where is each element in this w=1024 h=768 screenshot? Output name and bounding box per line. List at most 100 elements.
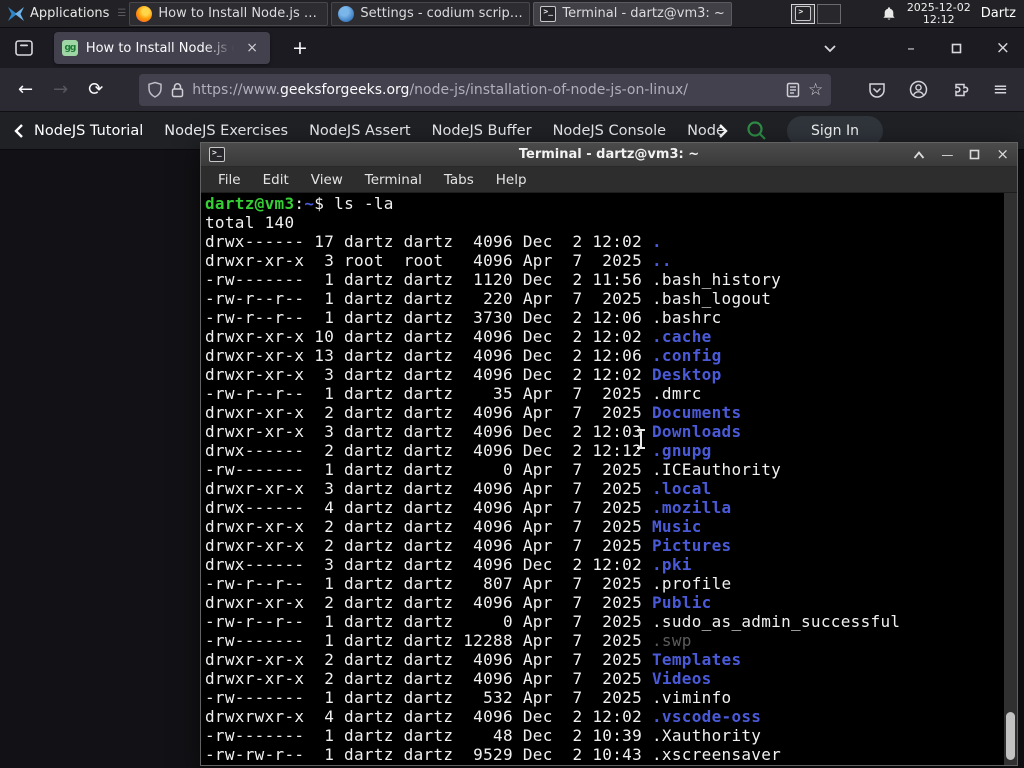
terminal-line: drwxr-xr-x 3 dartz dartz 4096 Apr 7 2025… bbox=[205, 479, 712, 498]
bookmark-star-icon[interactable]: ☆ bbox=[808, 80, 823, 100]
window-maximize-icon[interactable] bbox=[951, 43, 962, 54]
window-task-buttons: How to Install Node.js o... Settings - co… bbox=[129, 1, 735, 26]
terminal-line: -rw------- 1 dartz dartz 48 Dec 2 10:39 … bbox=[205, 726, 762, 745]
applications-menu-button[interactable]: Applications bbox=[0, 0, 117, 28]
forward-icon[interactable]: → bbox=[43, 75, 78, 104]
pocket-save-icon[interactable] bbox=[867, 80, 887, 100]
terminal-total-line: total 140 bbox=[205, 213, 295, 232]
nav-scroll-right-icon bbox=[719, 123, 728, 138]
nav-link-nodejs-tutorial[interactable]: NodeJS Tutorial bbox=[34, 123, 143, 139]
browser-tab-active[interactable]: gg How to Install Node.js on × bbox=[54, 32, 270, 64]
terminal-line: -rw------- 1 dartz dartz 12288 Apr 7 202… bbox=[205, 631, 692, 650]
terminal-file-listing: drwx------ 17 dartz dartz 4096 Dec 2 12:… bbox=[205, 232, 1017, 764]
file-name: Pictures bbox=[651, 536, 732, 555]
file-name: .. bbox=[651, 251, 672, 270]
terminal-line: -rw------- 1 dartz dartz 532 Apr 7 2025 … bbox=[205, 688, 732, 707]
terminal-window-icon: >_ bbox=[209, 147, 225, 162]
mini-terminal-window-icon: > bbox=[795, 6, 812, 21]
panel-username[interactable]: Dartz bbox=[981, 6, 1016, 21]
new-tab-button[interactable]: + bbox=[284, 37, 316, 59]
lock-icon[interactable] bbox=[171, 82, 184, 98]
tasklist-handle-icon: ☰ bbox=[117, 8, 126, 19]
tab-title: How to Install Node.js on bbox=[85, 40, 235, 56]
toolbar-right-icons: ≡ bbox=[867, 79, 1024, 100]
file-name: .dmrc bbox=[651, 384, 702, 403]
nav-link-nodejs-console[interactable]: NodeJS Console bbox=[553, 123, 667, 139]
sign-in-button[interactable]: Sign In bbox=[787, 115, 883, 146]
terminal-line: drwxr-xr-x 3 dartz dartz 4096 Dec 2 12:0… bbox=[205, 365, 722, 384]
window-close-icon[interactable]: × bbox=[996, 38, 1010, 58]
terminal-line: drwx------ 17 dartz dartz 4096 Dec 2 12:… bbox=[205, 232, 662, 251]
panel-clock[interactable]: 2025-12-02 12:12 bbox=[907, 1, 971, 26]
prompt-path: ~ bbox=[304, 194, 315, 213]
window-minimize-icon[interactable]: – bbox=[907, 39, 915, 57]
terminal-line: -rw-r--r-- 1 dartz dartz 220 Apr 7 2025 … bbox=[205, 289, 772, 308]
menu-tabs[interactable]: Tabs bbox=[433, 169, 485, 191]
file-name: .bash_logout bbox=[651, 289, 772, 308]
account-icon[interactable] bbox=[909, 80, 929, 100]
terminal-output[interactable]: dartz@vm3:~$ ls -la total 140 drwx------… bbox=[201, 193, 1017, 765]
maximize-window-icon[interactable] bbox=[969, 149, 980, 160]
list-all-tabs-icon[interactable] bbox=[823, 44, 837, 53]
reload-icon[interactable]: ⟳ bbox=[78, 75, 113, 104]
search-icon[interactable] bbox=[746, 120, 767, 141]
extensions-icon[interactable] bbox=[951, 80, 971, 100]
tracking-protection-shield-icon[interactable] bbox=[147, 81, 163, 98]
terminal-scrollbar[interactable] bbox=[1004, 193, 1017, 765]
nav-link-nodejs-exercises[interactable]: NodeJS Exercises bbox=[164, 123, 288, 139]
minimize-window-icon[interactable]: — bbox=[941, 149, 953, 161]
terminal-prompt-line: dartz@vm3:~$ ls -la bbox=[205, 194, 394, 213]
nav-scroll-left-icon[interactable] bbox=[14, 123, 24, 139]
menu-file[interactable]: File bbox=[207, 169, 252, 191]
file-name: . bbox=[651, 232, 662, 251]
terminal-line: drwxr-xr-x 3 root root 4096 Apr 7 2025 .… bbox=[205, 251, 672, 270]
menu-help[interactable]: Help bbox=[485, 169, 538, 191]
notification-bell-icon[interactable] bbox=[881, 6, 897, 22]
shade-window-icon[interactable] bbox=[913, 150, 925, 159]
app-menu-icon[interactable]: ≡ bbox=[993, 79, 1008, 100]
menu-terminal[interactable]: Terminal bbox=[354, 169, 433, 191]
task-button-0[interactable]: How to Install Node.js o... bbox=[129, 1, 329, 26]
terminal-line: drwx------ 2 dartz dartz 4096 Dec 2 12:1… bbox=[205, 441, 712, 460]
panel-status-area: 2025-12-02 12:12 Dartz bbox=[881, 1, 1024, 26]
terminal-line: -rw-rw-r-- 1 dartz dartz 9529 Dec 2 10:4… bbox=[205, 745, 782, 764]
terminal-line: drwxr-xr-x 2 dartz dartz 4096 Apr 7 2025… bbox=[205, 650, 742, 669]
task-button-1[interactable]: Settings - codium script... bbox=[331, 1, 531, 26]
xubuntu-logo-icon bbox=[8, 6, 24, 21]
terminal-line: -rw-r--r-- 1 dartz dartz 3730 Dec 2 12:0… bbox=[205, 308, 722, 327]
terminal-line: drwxr-xr-x 13 dartz dartz 4096 Dec 2 12:… bbox=[205, 346, 722, 365]
terminal-icon: >_ bbox=[540, 5, 557, 22]
terminal-scrollbar-thumb[interactable] bbox=[1006, 712, 1015, 760]
firefox-view-icon[interactable] bbox=[10, 34, 38, 62]
file-name: .vscode-oss bbox=[651, 707, 762, 726]
file-name: .local bbox=[651, 479, 712, 498]
reader-mode-icon[interactable] bbox=[786, 82, 800, 98]
nav-link-nodejs-buffer[interactable]: NodeJS Buffer bbox=[432, 123, 532, 139]
terminal-line: drwxr-xr-x 2 dartz dartz 4096 Apr 7 2025… bbox=[205, 403, 742, 422]
file-name: Music bbox=[651, 517, 702, 536]
terminal-window: >_ Terminal - dartz@vm3: ~ — × File Edit V… bbox=[200, 142, 1018, 766]
menu-view[interactable]: View bbox=[300, 169, 354, 191]
back-icon[interactable]: ← bbox=[8, 75, 43, 104]
file-name: Desktop bbox=[651, 365, 722, 384]
task-button-2[interactable]: >_ Terminal - dartz@vm3: ~ bbox=[533, 1, 733, 26]
workspace-2[interactable] bbox=[817, 3, 842, 24]
applications-label: Applications bbox=[30, 6, 110, 21]
terminal-title-bar[interactable]: >_ Terminal - dartz@vm3: ~ — × bbox=[201, 143, 1017, 167]
menu-edit[interactable]: Edit bbox=[252, 169, 300, 191]
nav-scroll-right[interactable] bbox=[718, 123, 728, 139]
close-window-icon[interactable]: × bbox=[996, 147, 1009, 162]
workspace-pager[interactable]: > bbox=[791, 3, 842, 24]
terminal-line: -rw-r--r-- 1 dartz dartz 0 Apr 7 2025 .s… bbox=[205, 612, 901, 631]
site-nav-links: NodeJS Tutorial NodeJS Exercises NodeJS As… bbox=[34, 123, 724, 139]
terminal-line: drwxr-xr-x 2 dartz dartz 4096 Apr 7 2025… bbox=[205, 593, 712, 612]
tab-close-icon[interactable]: × bbox=[242, 39, 262, 57]
terminal-line: drwx------ 4 dartz dartz 4096 Apr 7 2025… bbox=[205, 498, 732, 517]
url-scheme: https://www. bbox=[192, 81, 280, 98]
tab-bar-controls: – × bbox=[823, 38, 1024, 58]
file-name: .profile bbox=[651, 574, 732, 593]
terminal-line: drwxr-xr-x 2 dartz dartz 4096 Apr 7 2025… bbox=[205, 669, 712, 688]
workspace-1[interactable]: > bbox=[791, 3, 816, 24]
nav-link-nodejs-assert[interactable]: NodeJS Assert bbox=[309, 123, 411, 139]
url-bar[interactable]: https://www.geeksforgeeks.org/node-js/in… bbox=[139, 73, 832, 106]
